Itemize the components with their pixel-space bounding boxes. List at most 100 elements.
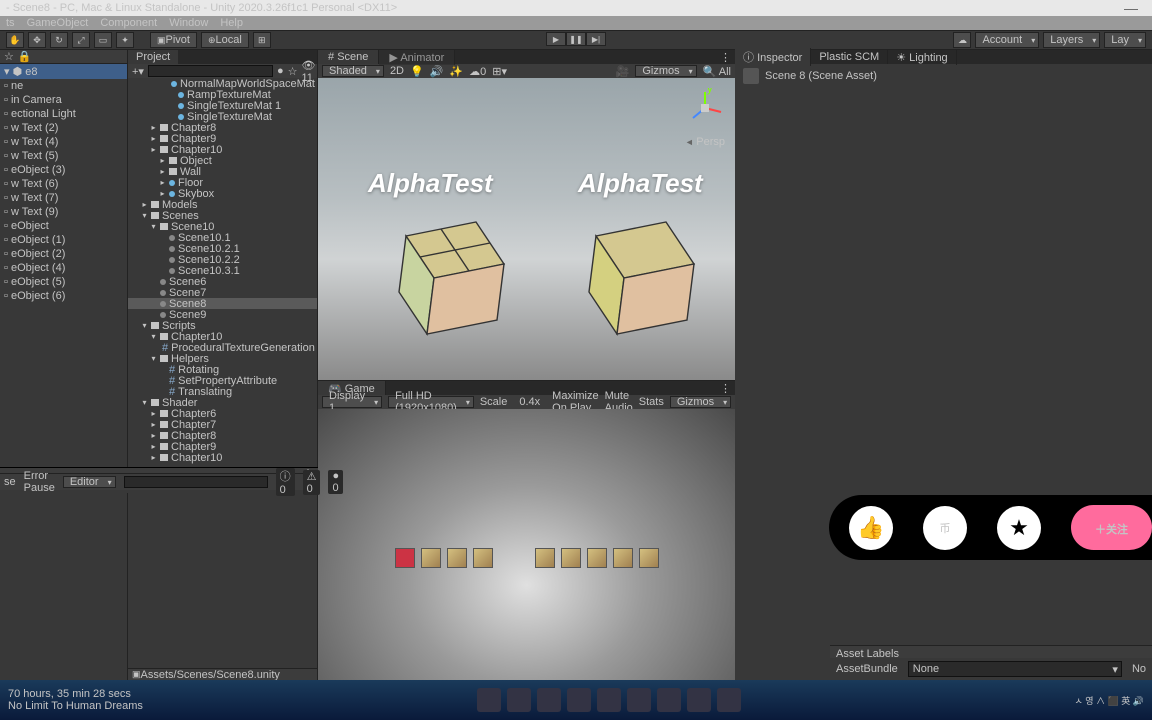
orientation-gizmo[interactable]: y (685, 88, 725, 128)
cloud-icon[interactable]: ☁ (953, 32, 971, 48)
hierarchy-item[interactable]: ▫ eObject (0, 219, 127, 233)
error-count[interactable]: ● 0 (328, 470, 343, 494)
star-icon[interactable]: ☆ (4, 50, 14, 63)
display-dropdown[interactable]: Display 1 (322, 396, 382, 408)
project-item[interactable]: ▸ Chapter8 (128, 122, 317, 133)
star-icon[interactable]: ☆ (288, 65, 298, 78)
hierarchy-item[interactable]: ▫ eObject (2) (0, 247, 127, 261)
rect-tool-icon[interactable]: ▭ (94, 32, 112, 48)
plastic-scm-tab[interactable]: Plastic SCM (811, 50, 888, 64)
project-item[interactable]: ▸ Floor (128, 177, 317, 188)
project-item[interactable]: ▾ Shader (128, 397, 317, 408)
shading-dropdown[interactable]: Shaded (322, 65, 384, 77)
camera-icon[interactable]: 🎥 (616, 65, 630, 78)
cube-object[interactable] (568, 208, 708, 348)
project-item[interactable]: # Rotating (128, 364, 317, 375)
hierarchy-item[interactable]: ▫ eObject (3) (0, 163, 127, 177)
game-gizmos[interactable]: Gizmos (670, 396, 731, 408)
taskbar-app[interactable] (567, 688, 591, 712)
taskbar-app[interactable] (597, 688, 621, 712)
lighting-tab[interactable]: ☀ Lighting (888, 50, 956, 65)
add-icon[interactable]: +▾ (132, 65, 144, 78)
like-icon[interactable]: 👍 (849, 506, 893, 550)
scene-tab[interactable]: # Scene (318, 50, 379, 64)
taskbar-app[interactable] (627, 688, 651, 712)
context-menu-icon[interactable]: ⋮ (716, 382, 735, 395)
hierarchy-item[interactable]: ▫ ne (0, 79, 127, 93)
taskbar-app[interactable] (687, 688, 711, 712)
project-item[interactable]: # Translating (128, 386, 317, 397)
project-item[interactable]: SingleTextureMat 1 (128, 100, 317, 111)
project-item[interactable]: NormalMapWorldSpaceMat (128, 78, 317, 89)
taskbar-app[interactable] (507, 688, 531, 712)
transform-tool-icon[interactable]: ✦ (116, 32, 134, 48)
project-item[interactable]: ▾ Chapter10 (128, 331, 317, 342)
hierarchy-item[interactable]: ▫ ectional Light (0, 107, 127, 121)
search-scene[interactable]: 🔍 All (703, 65, 731, 78)
project-item[interactable]: # SetPropertyAttribute (128, 375, 317, 386)
console-search[interactable] (124, 476, 268, 488)
project-item[interactable]: ▸ Chapter7 (128, 419, 317, 430)
project-item[interactable]: Scene10.1 (128, 232, 317, 243)
fx-icon[interactable]: ✨ (449, 65, 463, 78)
project-item[interactable]: Scene8 (128, 298, 317, 309)
menu-item[interactable]: Window (169, 17, 208, 29)
star-icon[interactable]: ★ (997, 506, 1041, 550)
hierarchy-item[interactable]: ▾ ⬢ e8 (0, 64, 127, 79)
project-tree[interactable]: NormalMapWorldSpaceMat RampTextureMat Si… (128, 78, 317, 668)
game-view[interactable] (318, 409, 735, 680)
resolution-dropdown[interactable]: Full HD (1920x1080) (388, 396, 474, 408)
info-count[interactable]: ⓘ 0 (276, 468, 295, 496)
warn-count[interactable]: ⚠ 0 (303, 470, 321, 495)
project-item[interactable]: ▸ Models (128, 199, 317, 210)
context-menu-icon[interactable]: ⋮ (716, 51, 735, 64)
project-item[interactable]: Scene9 (128, 309, 317, 320)
filter-icon[interactable]: ● (277, 65, 284, 77)
hierarchy-item[interactable]: ▫ w Text (5) (0, 149, 127, 163)
hierarchy-item[interactable]: ▫ w Text (7) (0, 191, 127, 205)
perspective-label[interactable]: ◄ Persp (685, 136, 725, 148)
project-item[interactable]: RampTextureMat (128, 89, 317, 100)
project-item[interactable]: ▸ Chapter8 (128, 430, 317, 441)
taskbar-app[interactable] (717, 688, 741, 712)
scene-view[interactable]: AlphaTest AlphaTest Alp (318, 78, 735, 380)
project-item[interactable]: Scene10.2.2 (128, 254, 317, 265)
audio-icon[interactable]: 🔊 (430, 65, 444, 78)
asset-bundle-dropdown[interactable]: None (908, 661, 1122, 677)
gizmos-dropdown[interactable]: Gizmos (635, 65, 696, 77)
project-item[interactable]: Scene10.3.1 (128, 265, 317, 276)
system-tray[interactable]: ㅅ 영 ∧ ⬛ 英 🔊 (1075, 694, 1144, 707)
hierarchy-item[interactable]: ▫ w Text (9) (0, 205, 127, 219)
project-tab[interactable]: Project (128, 50, 178, 64)
stats-toggle[interactable]: Stats (639, 396, 664, 408)
project-item[interactable]: ▸ Skybox (128, 188, 317, 199)
project-search[interactable] (148, 65, 273, 77)
pivot-toggle[interactable]: ▣ Pivot (150, 32, 197, 48)
hierarchy-item[interactable]: ▫ w Text (2) (0, 121, 127, 135)
light-icon[interactable]: 💡 (410, 65, 424, 78)
hand-tool-icon[interactable]: ✋ (6, 32, 24, 48)
hierarchy-item[interactable]: ▫ eObject (1) (0, 233, 127, 247)
scale-tool-icon[interactable]: ⤢ (72, 32, 90, 48)
project-item[interactable]: Scene7 (128, 287, 317, 298)
cube-object[interactable] (378, 208, 518, 348)
menu-item[interactable]: ts (6, 17, 15, 29)
hierarchy-item[interactable]: ▫ w Text (4) (0, 135, 127, 149)
layout-dropdown[interactable]: Lay (1104, 32, 1146, 48)
project-item[interactable]: ▾ Helpers (128, 353, 317, 364)
local-toggle[interactable]: ⊕ Local (201, 32, 249, 48)
project-item[interactable]: ▸ Chapter10 (128, 144, 317, 155)
menu-item[interactable]: Help (220, 17, 243, 29)
project-item[interactable]: ▸ Chapter6 (128, 408, 317, 419)
pause-button[interactable]: ❚❚ (566, 32, 586, 46)
project-item[interactable]: Scene10.2.1 (128, 243, 317, 254)
hierarchy-item[interactable]: ▫ eObject (5) (0, 275, 127, 289)
hierarchy-item[interactable]: ▫ eObject (6) (0, 289, 127, 303)
hierarchy-tree[interactable]: ▾ ⬢ e8 ▫ ne ▫ in Camera ▫ ectional Light… (0, 64, 127, 680)
project-item[interactable]: ▸ Wall (128, 166, 317, 177)
coin-icon[interactable]: 币 (923, 506, 967, 550)
asset-bundle-variant[interactable]: No (1132, 663, 1146, 675)
minimize-icon[interactable]: — (1124, 0, 1146, 16)
hierarchy-item[interactable]: ▫ eObject (4) (0, 261, 127, 275)
skybox-icon[interactable]: ☁0 (469, 65, 486, 78)
